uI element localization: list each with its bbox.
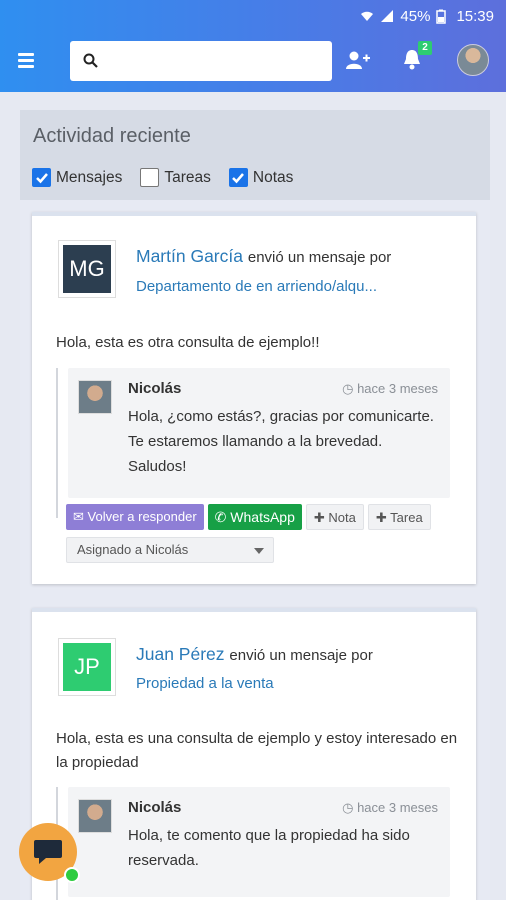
activity-card: JP Juan Pérez envió un mensaje por Propi…	[32, 608, 476, 900]
message-text: Hola, esta es una consulta de ejemplo y …	[56, 730, 458, 771]
filter-label: Tareas	[164, 168, 211, 186]
search-input[interactable]	[106, 49, 321, 73]
reply-thread: Nicolás ◷ hace 3 meses Hola, ¿como estás…	[56, 368, 450, 518]
filter-label: Mensajes	[56, 168, 123, 186]
contact-initials: MG	[58, 240, 116, 298]
chat-bubble-icon	[34, 840, 62, 864]
action-bar: ✉ Volver a responder ✆ WhatsApp ✚ Nota ✚…	[66, 504, 431, 530]
add-task-button[interactable]: ✚ Tarea	[367, 504, 431, 530]
reply-text: Hola, ¿como estás?, gracias por comunica…	[128, 408, 434, 475]
user-avatar[interactable]	[457, 44, 489, 76]
app-bar: 2	[0, 32, 506, 92]
wifi-icon	[360, 9, 374, 23]
menu-icon[interactable]	[18, 53, 34, 68]
contact-initials: JP	[58, 638, 116, 696]
notifications-badge: 2	[418, 41, 432, 55]
reply-author: Nicolás	[128, 380, 182, 397]
clock-icon: ◷	[342, 381, 354, 396]
property-link[interactable]: Departamento de en arriendo/alqu...	[136, 278, 377, 295]
caret-down-icon	[254, 548, 264, 554]
reply-avatar	[78, 799, 112, 833]
checkbox-tareas[interactable]	[140, 168, 160, 187]
plus-icon: ✚	[313, 510, 325, 525]
check-icon	[35, 172, 48, 183]
verb-text: envió un mensaje por	[229, 647, 373, 664]
initials-text: MG	[63, 245, 111, 293]
reply-again-button[interactable]: ✉ Volver a responder	[66, 504, 204, 530]
activity-panel: Actividad reciente Mensajes Tareas Notas	[20, 110, 490, 200]
reply-time: ◷ hace 3 meses	[342, 381, 438, 397]
filter-mensajes[interactable]: Mensajes	[32, 168, 122, 187]
reply-author: Nicolás	[128, 799, 182, 816]
battery-icon	[436, 9, 450, 24]
reply-time-text: hace 3 meses	[357, 381, 438, 396]
online-status-dot	[64, 867, 80, 883]
whatsapp-button[interactable]: ✆ WhatsApp	[207, 504, 302, 530]
verb-text: envió un mensaje por	[247, 249, 392, 266]
reply-time: ◷ hace 3 meses	[342, 800, 438, 816]
whatsapp-icon: ✆	[214, 509, 227, 525]
reply-box: Nicolás ◷ hace 3 meses Hola, ¿como estás…	[68, 368, 450, 498]
message-text: Hola, esta es otra consulta de ejemplo!!	[56, 334, 320, 351]
status-bar: 45% 15:39	[0, 0, 506, 32]
add-user-icon[interactable]	[346, 50, 370, 70]
reply-thread: Nicolás ◷ hace 3 meses Hola, te comento …	[56, 787, 450, 900]
reply-avatar	[78, 380, 112, 414]
property-link[interactable]: Propiedad a la venta	[136, 675, 274, 692]
clock: 15:39	[456, 7, 494, 25]
author-link[interactable]: Juan Pérez	[136, 644, 225, 664]
battery-percent: 45%	[400, 7, 431, 25]
reply-box: Nicolás ◷ hace 3 meses Hola, te comento …	[68, 787, 450, 897]
activity-card: MG Martín García envió un mensaje por De…	[32, 212, 476, 584]
checkbox-mensajes[interactable]	[32, 168, 51, 187]
filters: Mensajes Tareas Notas	[32, 168, 293, 187]
filter-notas[interactable]: Notas	[228, 168, 294, 187]
reply-time-text: hace 3 meses	[357, 800, 438, 815]
author-link[interactable]: Martín García	[136, 246, 243, 266]
add-note-button[interactable]: ✚ Nota	[305, 504, 364, 530]
reply-text: Hola, te comento que la propiedad ha sid…	[128, 827, 410, 869]
assignee-value: Asignado a Nicolás	[77, 542, 189, 557]
author-line: Martín García envió un mensaje por	[136, 246, 391, 267]
checkbox-notas[interactable]	[228, 168, 248, 187]
clock-icon: ◷	[342, 800, 354, 815]
check-icon	[232, 172, 245, 183]
initials-text: JP	[63, 643, 111, 691]
filter-label: Notas	[252, 168, 294, 186]
filter-tareas[interactable]: Tareas	[140, 168, 211, 187]
assignee-select[interactable]: Asignado a Nicolás	[66, 537, 274, 563]
signal-icon	[380, 9, 394, 23]
panel-title: Actividad reciente	[33, 125, 191, 147]
search-box	[70, 41, 332, 81]
search-icon	[83, 53, 98, 68]
plus-icon: ✚	[375, 510, 387, 525]
author-line: Juan Pérez envió un mensaje por	[136, 644, 373, 665]
envelope-icon: ✉	[73, 509, 84, 524]
